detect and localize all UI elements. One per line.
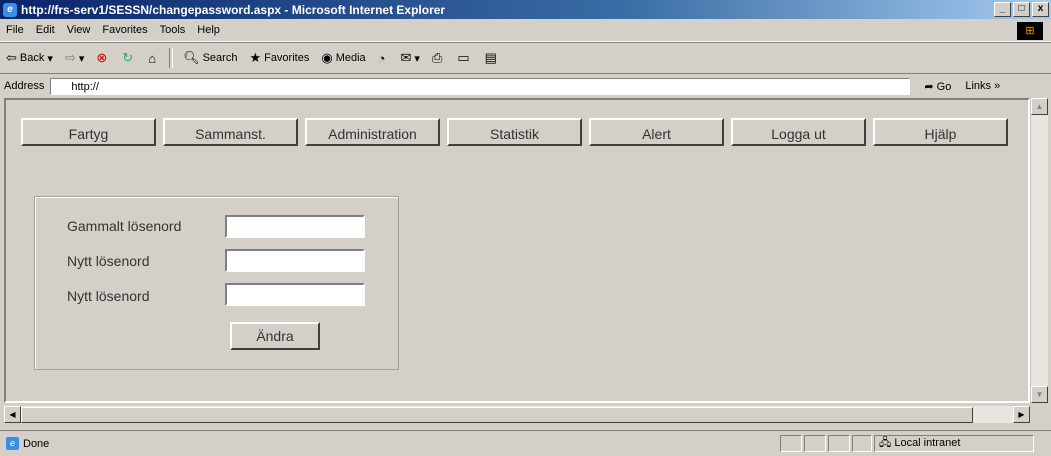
close-button[interactable]: x (1032, 2, 1049, 17)
menu-file[interactable]: File (0, 24, 30, 36)
toolbar-separator (169, 48, 174, 68)
status-panel (828, 435, 850, 452)
status-panel (804, 435, 826, 452)
window-controls: _ □ x (994, 2, 1049, 17)
refresh-button[interactable]: ↻ (116, 50, 142, 66)
scroll-up-icon[interactable]: ▲ (1031, 98, 1048, 115)
nav-administration-button[interactable]: Administration (305, 118, 440, 146)
home-icon: ⌂ (148, 50, 157, 66)
menu-favorites[interactable]: Favorites (96, 24, 153, 36)
scroll-left-icon[interactable]: ◀ (4, 406, 21, 423)
search-label: Search (202, 52, 238, 64)
address-input[interactable]: http:// (50, 77, 911, 95)
stop-icon: ⊗ (96, 50, 108, 65)
maximize-button[interactable]: □ (1013, 2, 1030, 17)
scroll-right-icon[interactable]: ▶ (1013, 406, 1030, 423)
menu-tools[interactable]: Tools (154, 24, 192, 36)
print-button[interactable]: ⎙ (426, 50, 451, 66)
forward-button[interactable]: ⇨ ▾ (59, 50, 90, 66)
discuss-button[interactable]: ▤ (479, 50, 506, 66)
horizontal-scroll-thumb[interactable] (21, 407, 973, 423)
address-label: Address (4, 80, 45, 92)
back-label: Back (19, 52, 45, 64)
stop-button[interactable]: ⊗ (90, 50, 116, 66)
zone-label: Local intranet (894, 437, 961, 449)
go-label: Go (936, 80, 952, 93)
go-arrow-icon: ➦ (924, 80, 934, 93)
go-button[interactable]: ➦ Go (924, 80, 951, 93)
media-icon: ◉ (321, 50, 333, 65)
edit-icon: ▭ (457, 50, 470, 65)
refresh-icon: ↻ (122, 50, 134, 65)
favorites-icon: ★ (249, 50, 262, 65)
ie-logo-icon: e (3, 2, 17, 17)
nav-logga-ut-button[interactable]: Logga ut (731, 118, 866, 146)
new-password-label: Nytt lösenord (67, 253, 150, 269)
vertical-scrollbar[interactable]: ▲ ▼ (1030, 98, 1048, 403)
confirm-password-input[interactable] (225, 283, 365, 306)
old-password-input[interactable] (225, 215, 365, 238)
address-bar: Address http:// ▼ ➦ Go Links » (0, 73, 1051, 98)
history-icon: ◔ (377, 50, 386, 66)
toolbar: ⇦ Back ▾ ⇨ ▾ ⊗ ↻ ⌂ 🔍︎ Search ★ Favorites ◉ Me… (0, 42, 1051, 74)
status-text: Done (23, 437, 50, 450)
menu-help[interactable]: Help (191, 24, 226, 36)
media-label: Media (335, 52, 366, 64)
edit-button[interactable]: ▭ (451, 50, 478, 66)
intranet-icon: 🖧︎ (879, 437, 892, 449)
old-password-label: Gammalt lösenord (67, 218, 182, 234)
mail-button[interactable]: ✉ ▾ (395, 50, 426, 66)
status-bar: e Done 🖧︎ Local intranet (0, 430, 1051, 456)
menu-bar: File Edit View Favorites Tools Help (0, 19, 1051, 42)
new-password-input[interactable] (225, 249, 365, 272)
menu-view[interactable]: View (61, 24, 97, 36)
security-zone: 🖧︎ Local intranet (874, 435, 1034, 452)
links-button[interactable]: Links » (965, 80, 1000, 92)
page-done-icon: e (6, 437, 19, 450)
discuss-icon: ▤ (484, 50, 497, 65)
home-button[interactable]: ⌂ (142, 51, 165, 66)
nav-statistik-button[interactable]: Statistik (447, 118, 582, 146)
nav-fartyg-button[interactable]: Fartyg (21, 118, 156, 146)
history-button[interactable]: ◔ (372, 51, 395, 66)
print-icon: ⎙ (431, 50, 443, 65)
page-content: Fartyg Sammanst. Administration Statisti… (4, 98, 1030, 403)
windows-logo-icon: ⊞ (1017, 22, 1043, 40)
change-password-form: Gammalt lösenord Nytt lösenord Nytt löse… (34, 196, 399, 370)
status-done: e Done (0, 437, 49, 450)
confirm-password-label: Nytt lösenord (67, 288, 150, 304)
favorites-label: Favorites (264, 52, 310, 64)
mail-icon: ✉ (400, 50, 412, 65)
nav-alert-button[interactable]: Alert (589, 118, 724, 146)
back-arrow-icon: ⇦ (6, 50, 17, 65)
scroll-down-icon[interactable]: ▼ (1031, 386, 1048, 403)
window-title: http://frs-serv1/SESSN/changepassword.as… (21, 2, 446, 17)
title-bar: e http://frs-serv1/SESSN/changepassword.… (0, 0, 1051, 19)
back-button[interactable]: ⇦ Back ▾ (0, 50, 59, 66)
search-button[interactable]: 🔍︎ Search (177, 50, 243, 66)
menu-edit[interactable]: Edit (30, 24, 61, 36)
favorites-button[interactable]: ★ Favorites (243, 50, 315, 66)
search-icon: 🔍︎ (183, 50, 200, 65)
change-password-button[interactable]: Ändra (230, 322, 320, 350)
media-button[interactable]: ◉ Media (315, 50, 371, 66)
nav-sammanst-button[interactable]: Sammanst. (163, 118, 298, 146)
status-panel (852, 435, 872, 452)
status-panel (780, 435, 802, 452)
forward-arrow-icon: ⇨ (64, 50, 76, 65)
horizontal-scrollbar[interactable]: ◀ ▶ (4, 406, 1030, 423)
nav-hjalp-button[interactable]: Hjälp (873, 118, 1008, 146)
minimize-button[interactable]: _ (994, 2, 1011, 17)
